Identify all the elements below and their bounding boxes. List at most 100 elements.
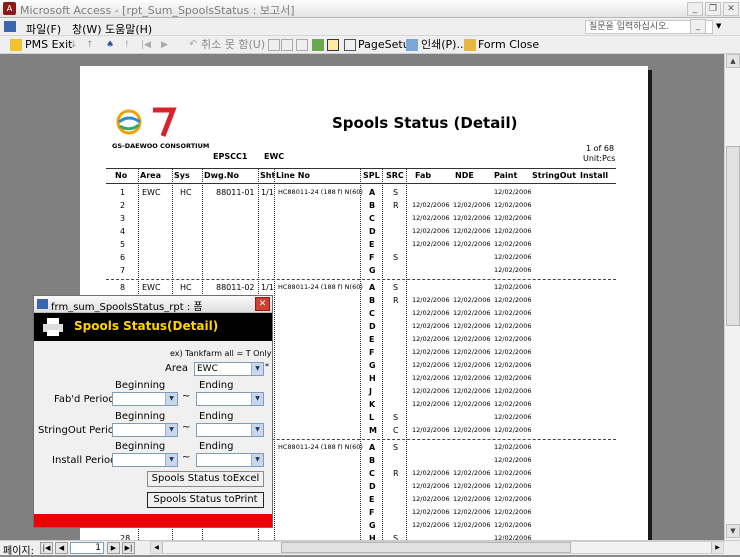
undo-button[interactable]: 취소 못 함(U) [201, 38, 265, 52]
cell-spl: K [369, 400, 376, 409]
find-icon[interactable]: ♠ [106, 39, 118, 51]
stringout-end-select[interactable]: ▼ [196, 423, 264, 437]
cell-no: 4 [120, 227, 126, 236]
fab-end-select[interactable]: ▼ [196, 392, 264, 406]
cell-fab: 12/02/2006 [412, 322, 450, 330]
group-divider [106, 279, 616, 280]
scroll-thumb[interactable] [726, 146, 740, 326]
cell-fab: 12/02/2006 [412, 348, 450, 356]
print-button[interactable]: 인쇄(P)... [421, 38, 467, 52]
chevron-down-icon[interactable]: ▼ [251, 363, 263, 375]
cell-fab: 12/02/2006 [412, 482, 450, 490]
cell-nde: 12/02/2006 [453, 335, 491, 343]
install-begin-select[interactable]: ▼ [112, 453, 178, 467]
form-close-button[interactable]: Form Close [478, 38, 539, 52]
stringout-tilde: ~ [182, 422, 191, 433]
cell-nde: 12/02/2006 [453, 201, 491, 209]
area-select[interactable]: EWC ▼ [194, 362, 264, 376]
chart-icon[interactable] [312, 39, 324, 51]
column-header: SPL [363, 171, 380, 180]
cell-spl: B [369, 201, 376, 210]
undo-icon: ↶ [189, 39, 198, 50]
hscroll-thumb[interactable] [281, 542, 571, 553]
group-dwg: 88011-01 [216, 188, 255, 197]
chevron-down-icon[interactable]: ▼ [165, 393, 177, 405]
dialog-close-button[interactable]: ✕ [255, 297, 270, 311]
stringout-begin-select[interactable]: ▼ [112, 423, 178, 437]
restore-button[interactable]: ❐ [705, 2, 721, 16]
vertical-scrollbar[interactable]: ▲ ▼ [724, 54, 740, 540]
horizontal-scrollbar[interactable]: ◀ ▶ [150, 541, 724, 554]
ask-dropdown-icon[interactable]: ▼ [716, 22, 721, 30]
fab-begin-select[interactable]: ▼ [112, 392, 178, 406]
chevron-down-icon[interactable]: ▼ [251, 393, 263, 405]
cell-fab: 12/02/2006 [412, 201, 450, 209]
install-ending-label: Ending [199, 441, 234, 452]
chevron-down-icon[interactable]: ▼ [251, 424, 263, 436]
cell-nde: 12/02/2006 [453, 348, 491, 356]
cell-nde: 12/02/2006 [453, 400, 491, 408]
group-line: HC88011-24 (188 f) N(60) [278, 443, 363, 451]
cell-paint: 12/02/2006 [494, 387, 532, 395]
cell-fab: 12/02/2006 [412, 521, 450, 529]
chevron-down-icon[interactable]: ▼ [165, 424, 177, 436]
install-tilde: ~ [182, 452, 191, 463]
scroll-up-icon[interactable]: ▲ [726, 54, 740, 68]
filter-icon[interactable]: ! [125, 39, 137, 51]
column-divider [274, 168, 275, 540]
nav-next-icon[interactable]: ▶ [161, 39, 173, 51]
report-title: Spools Status (Detail) [332, 114, 518, 132]
cell-fab: 12/02/2006 [412, 508, 450, 516]
scroll-left-icon[interactable]: ◀ [151, 542, 163, 553]
cell-spl: M [369, 426, 377, 435]
cell-no: 8 [120, 283, 126, 292]
sort-desc-icon[interactable]: ↑ [86, 39, 98, 51]
datasheet-icon[interactable] [281, 39, 293, 51]
scroll-right-icon[interactable]: ▶ [711, 542, 723, 553]
cell-nde: 12/02/2006 [453, 521, 491, 529]
cell-spl: B [369, 456, 376, 465]
column-header: StringOut [532, 171, 577, 180]
close-button[interactable]: ✕ [723, 2, 739, 16]
cell-paint: 12/02/2006 [494, 361, 532, 369]
first-page-icon[interactable]: |◀ [40, 542, 53, 554]
print-report-button[interactable]: Spools Status toPrint [147, 492, 264, 508]
doc-minimize-button[interactable]: _ [690, 19, 706, 34]
scroll-down-icon[interactable]: ▼ [726, 524, 740, 538]
cell-nde: 12/02/2006 [453, 240, 491, 248]
column-header: Line No [276, 171, 310, 180]
cell-spl: D [369, 322, 376, 331]
menu-help[interactable]: 도움말(H) [105, 21, 152, 37]
cell-fab: 12/02/2006 [412, 214, 450, 222]
export-excel-button[interactable]: Spools Status toExcel [147, 471, 264, 487]
window-title: Microsoft Access - [rpt_Sum_SpoolsStatus… [20, 4, 295, 17]
unit-code: EPSCC1 [213, 152, 248, 161]
cell-nde: 12/02/2006 [453, 387, 491, 395]
sort-asc-icon[interactable]: ↓ [70, 39, 82, 51]
install-end-select[interactable]: ▼ [196, 453, 264, 467]
cell-spl: E [369, 240, 375, 249]
cell-src: S [393, 283, 399, 292]
prev-page-icon[interactable]: ◀ [55, 542, 68, 554]
last-page-icon[interactable]: ▶| [122, 542, 135, 554]
chevron-down-icon[interactable]: ▼ [165, 454, 177, 466]
page-number-input[interactable]: 1 [70, 542, 104, 554]
access-app-icon[interactable]: A [3, 2, 16, 15]
zoom-icon[interactable] [327, 39, 339, 51]
menu-file[interactable]: 파일(F) [26, 21, 61, 37]
document-icon[interactable] [4, 21, 16, 32]
chevron-down-icon[interactable]: ▼ [251, 454, 263, 466]
pms-exit-button[interactable]: PMS Exit [25, 38, 72, 52]
minimize-button[interactable]: _ [687, 2, 703, 16]
cell-nde: 12/02/2006 [453, 296, 491, 304]
list-icon[interactable] [296, 39, 308, 51]
nav-first-icon[interactable]: |◀ [141, 39, 153, 51]
dialog-header-title: Spools Status(Detail) [74, 319, 219, 333]
stringout-ending-label: Ending [199, 411, 234, 422]
menu-window[interactable]: 창(W) [72, 21, 102, 37]
next-page-icon[interactable]: ▶ [107, 542, 120, 554]
group-sys: HC [180, 283, 192, 292]
view-icon[interactable] [268, 39, 280, 51]
cell-paint: 12/02/2006 [494, 495, 532, 503]
cell-no: 7 [120, 266, 126, 275]
